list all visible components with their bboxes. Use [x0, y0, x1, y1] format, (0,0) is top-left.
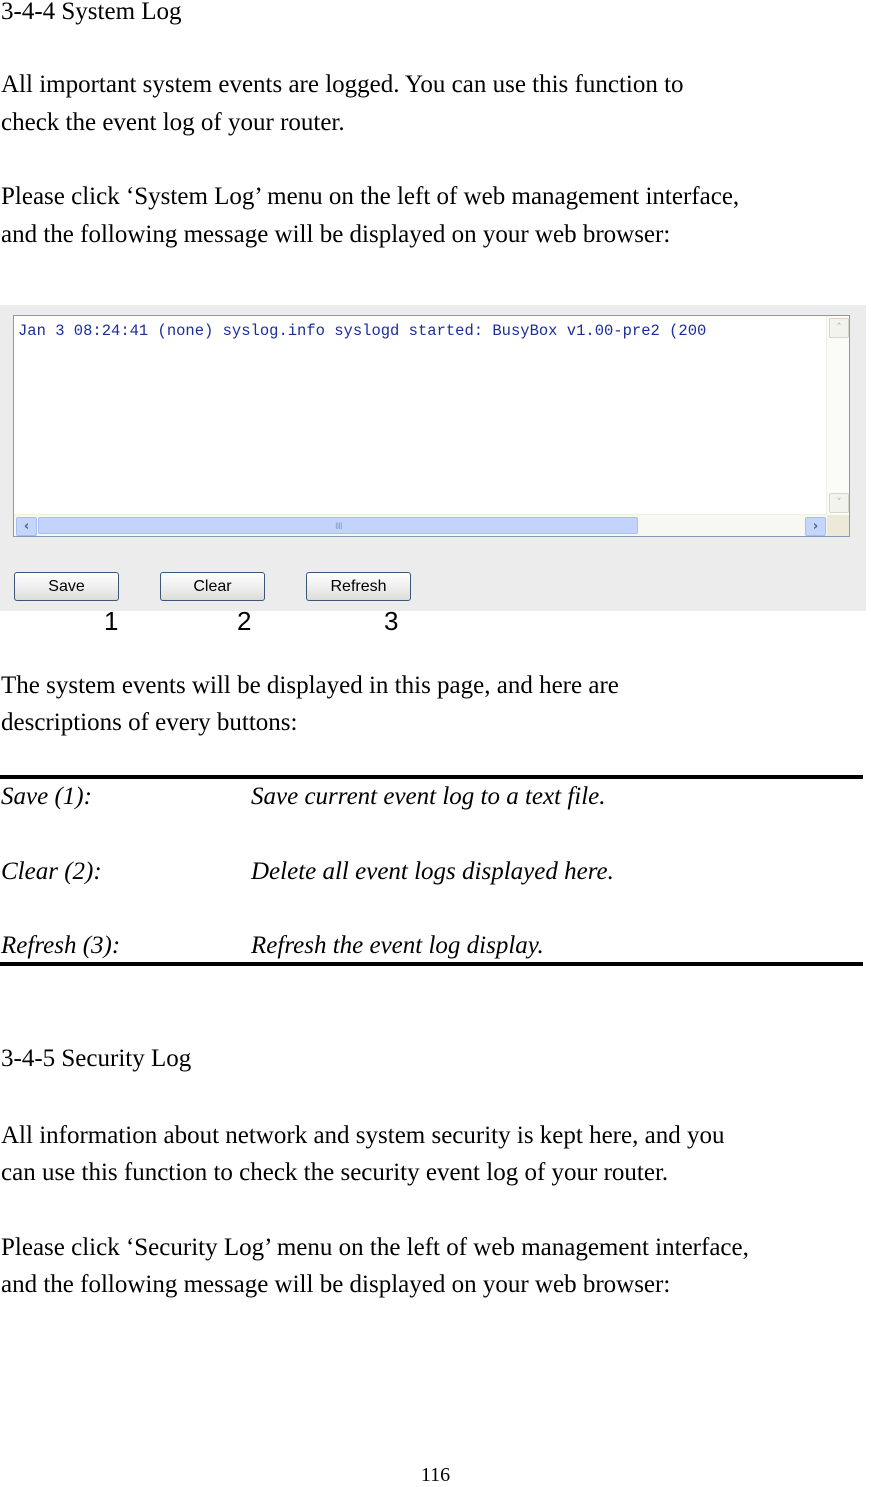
save-button[interactable]: Save: [14, 572, 119, 601]
definition-term-refresh: Refresh (3):: [1, 932, 121, 959]
callout-2: 2: [237, 606, 252, 636]
definition-desc-refresh: Refresh the event log display.: [251, 932, 544, 959]
refresh-button[interactable]: Refresh: [306, 572, 411, 601]
security-instruction-line-1: Please click ‘Security Log’ menu on the …: [1, 1234, 749, 1261]
scroll-thumb[interactable]: IIII: [38, 517, 638, 534]
intro-line-1: All important system events are logged. …: [1, 71, 684, 98]
instruction-line-2: and the following message will be displa…: [1, 221, 671, 248]
scroll-down-icon[interactable]: ˅: [829, 493, 849, 513]
definition-term-clear: Clear (2):: [1, 858, 102, 885]
definition-desc-clear: Delete all event logs displayed here.: [251, 858, 614, 885]
scroll-left-icon[interactable]: ‹: [16, 517, 37, 536]
grip-icon: IIII: [335, 522, 343, 532]
instruction-line-1: Please click ‘System Log’ menu on the le…: [1, 183, 740, 210]
callout-1: 1: [104, 606, 119, 636]
log-entry: Jan 3 08:24:41 (none) syslog.info syslog…: [18, 322, 707, 340]
definition-desc-save: Save current event log to a text file.: [251, 783, 606, 810]
security-intro-line-1: All information about network and system…: [1, 1122, 725, 1149]
scroll-right-icon[interactable]: ›: [805, 517, 826, 536]
intro-line-2: check the event log of your router.: [1, 109, 345, 136]
table-top-rule: [0, 775, 863, 779]
description-line-2: descriptions of every buttons:: [1, 709, 298, 736]
section-heading-system-log: 3-4-4 System Log: [1, 0, 182, 25]
clear-button[interactable]: Clear: [160, 572, 265, 601]
vertical-scrollbar[interactable]: ˄ ˅: [826, 316, 849, 516]
security-instruction-line-2: and the following message will be displa…: [1, 1271, 671, 1298]
log-textarea[interactable]: Jan 3 08:24:41 (none) syslog.info syslog…: [13, 315, 850, 537]
scroll-up-icon[interactable]: ˄: [829, 318, 849, 338]
description-line-1: The system events will be displayed in t…: [1, 672, 619, 699]
scrollbar-corner: [827, 515, 849, 536]
callout-3: 3: [384, 606, 399, 636]
horizontal-scrollbar[interactable]: ‹ IIII ›: [14, 514, 827, 536]
definition-term-save: Save (1):: [1, 783, 92, 810]
section-heading-security-log: 3-4-5 Security Log: [1, 1045, 192, 1072]
table-bottom-rule: [0, 962, 863, 966]
page-number: 116: [420, 1464, 451, 1486]
security-intro-line-2: can use this function to check the secur…: [1, 1159, 669, 1186]
